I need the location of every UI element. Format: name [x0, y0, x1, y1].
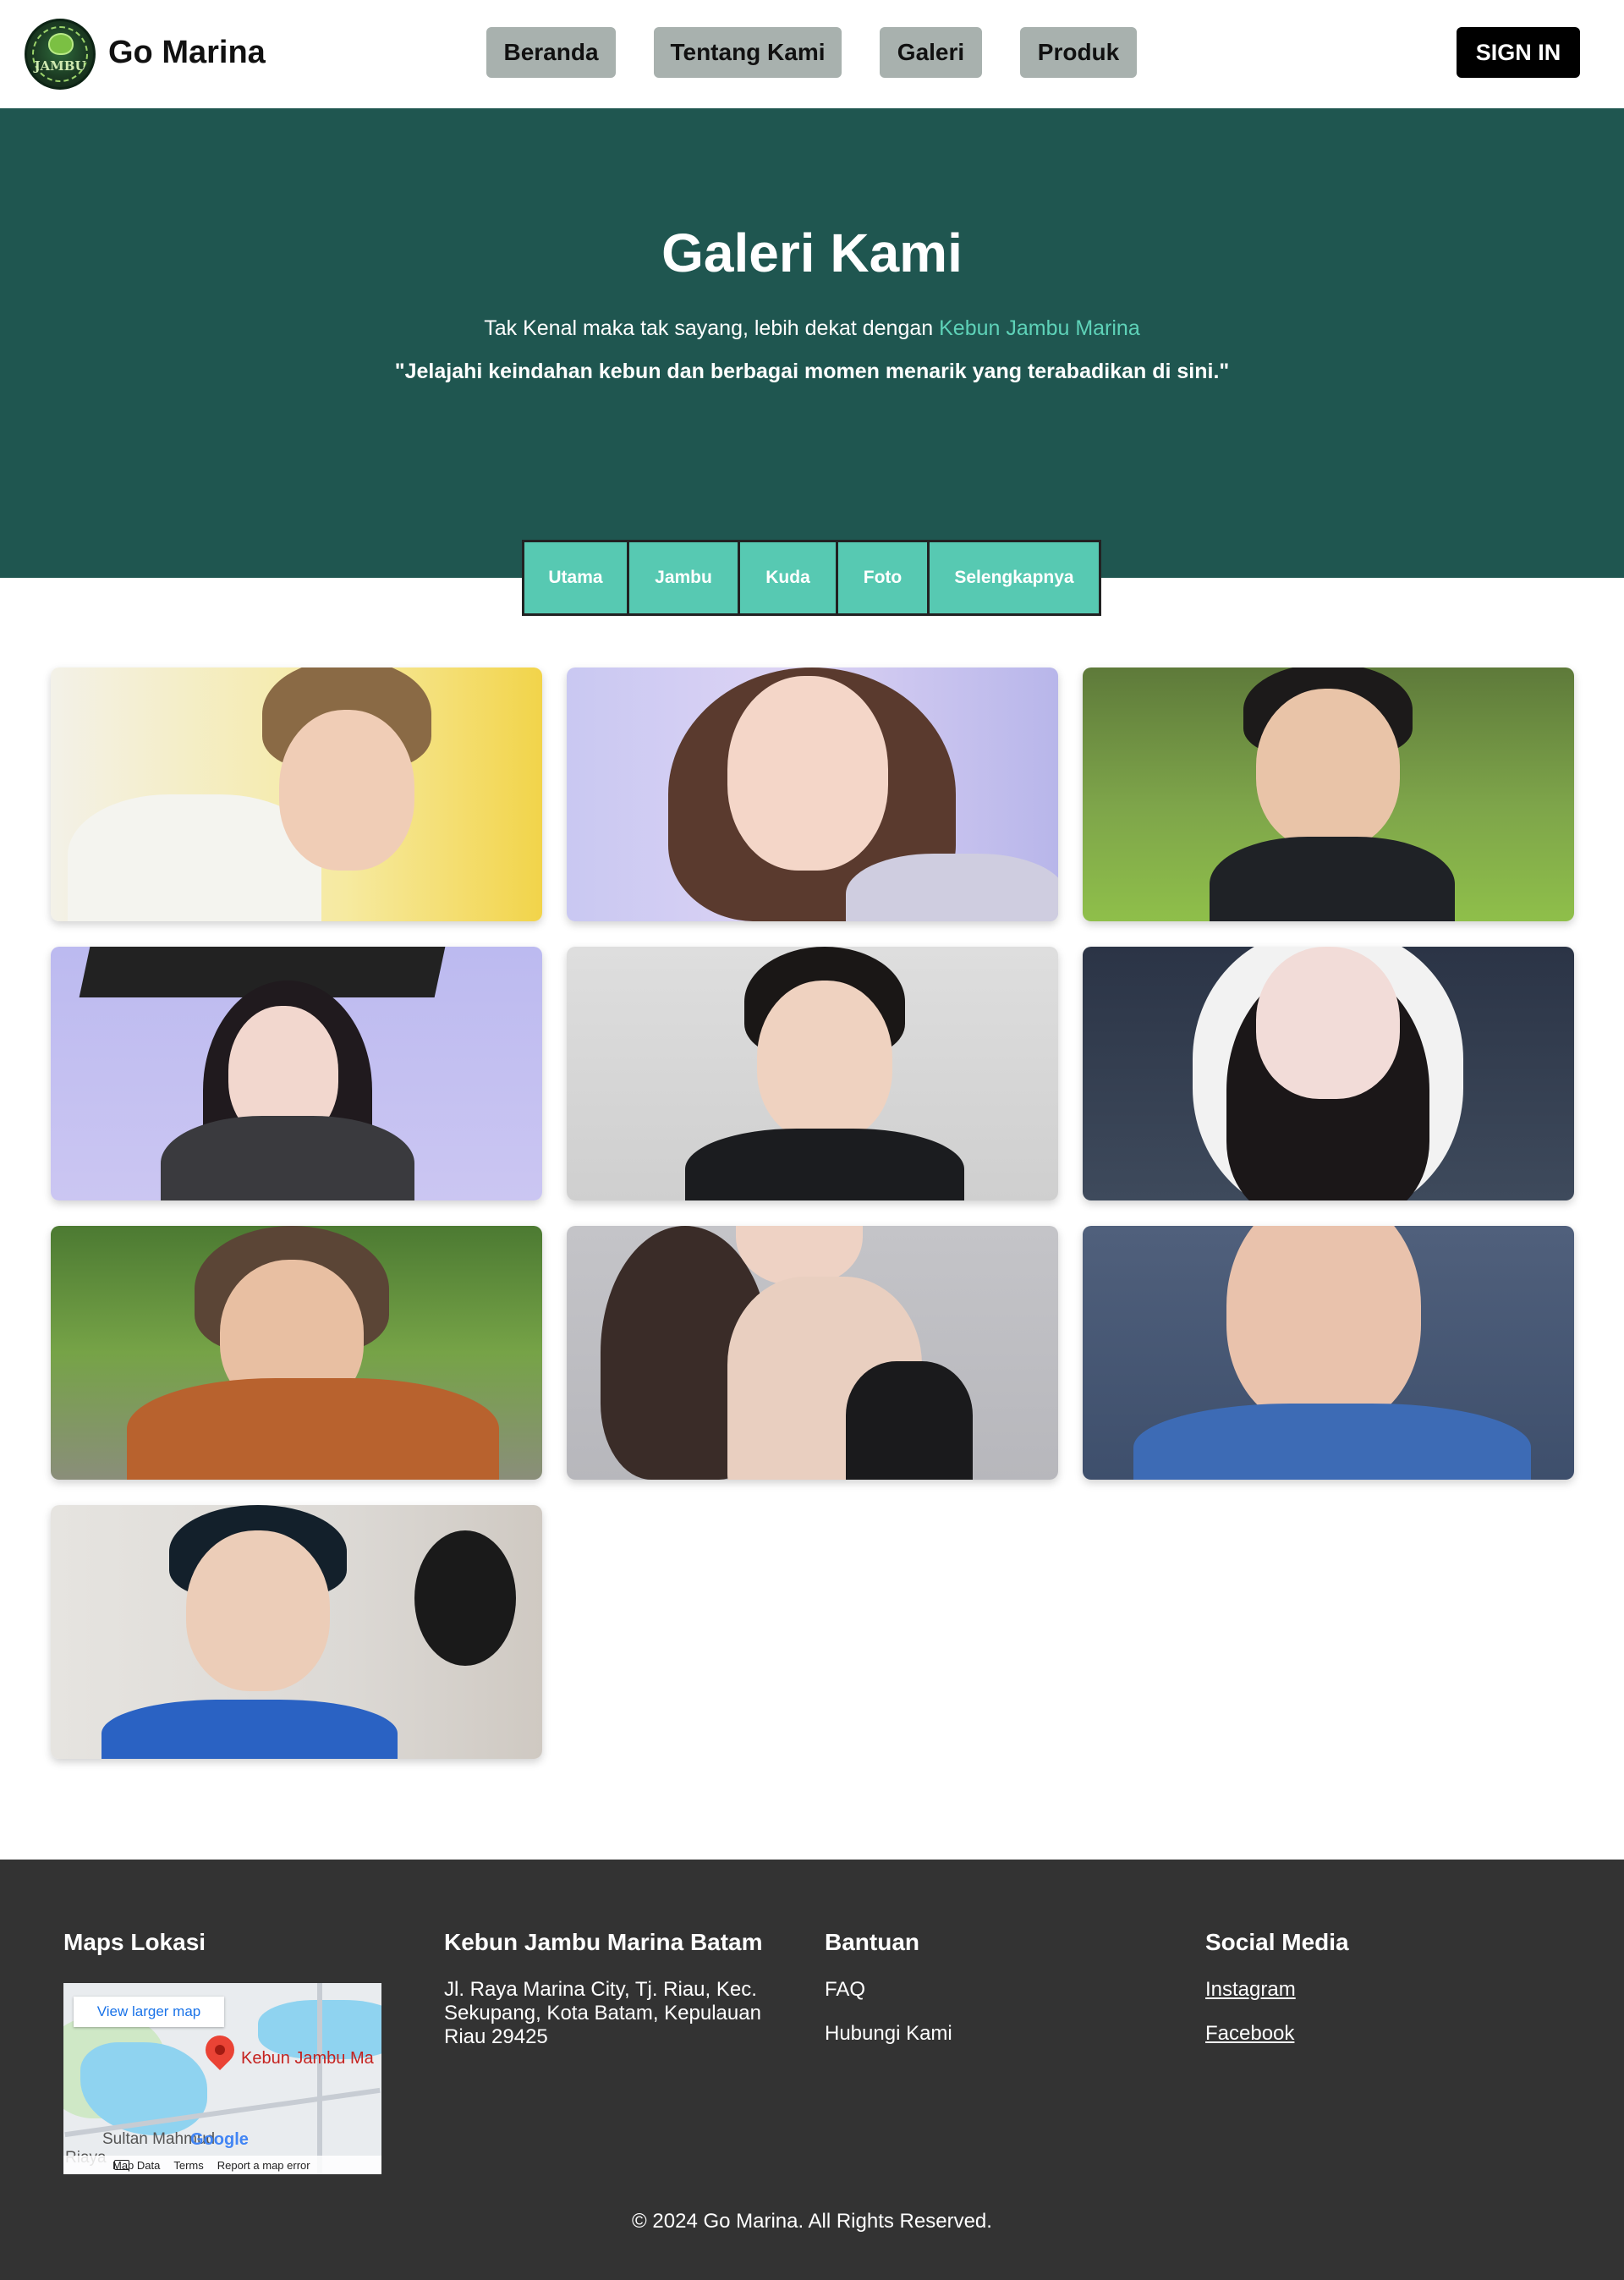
- gallery-photo[interactable]: [1083, 947, 1574, 1200]
- hero-highlight: Kebun Jambu Marina: [939, 316, 1140, 340]
- sign-in-button[interactable]: SIGN IN: [1457, 27, 1580, 78]
- site-header: JAMBU Go Marina Beranda Tentang Kami Gal…: [0, 0, 1624, 108]
- hero-subtitle: Tak Kenal maka tak sayang, lebih dekat d…: [484, 316, 1140, 340]
- gallery-photo[interactable]: [51, 1226, 542, 1480]
- map-report-link[interactable]: Report a map error: [217, 2159, 310, 2172]
- jambu-logo[interactable]: JAMBU: [25, 19, 96, 90]
- gallery-filter-tabs: Utama Jambu Kuda Foto Selengkapnya: [522, 540, 1101, 616]
- gallery-photo[interactable]: [51, 668, 542, 921]
- gallery-photo[interactable]: [51, 1505, 542, 1759]
- address-line-2: Sekupang, Kota Batam, Kepulauan: [444, 2002, 761, 2025]
- map-attribution-bar: Map Data Terms Report a map error: [63, 2156, 381, 2174]
- tab-kuda[interactable]: Kuda: [740, 542, 838, 613]
- nav-produk[interactable]: Produk: [1020, 27, 1137, 78]
- site-footer: Maps Lokasi View larger map Kebun Jambu …: [0, 1860, 1624, 2280]
- tab-jambu[interactable]: Jambu: [629, 542, 740, 613]
- address-line-3: Riau 29425: [444, 2025, 548, 2048]
- gallery-photo[interactable]: [1083, 668, 1574, 921]
- gallery-photo[interactable]: [567, 1226, 1058, 1480]
- tab-foto[interactable]: Foto: [838, 542, 930, 613]
- map-terms-link[interactable]: Terms: [173, 2159, 203, 2172]
- nav-galeri[interactable]: Galeri: [880, 27, 982, 78]
- map-pin-icon: [199, 2029, 241, 2071]
- gallery-photo[interactable]: [51, 947, 542, 1200]
- nav-tentang-kami[interactable]: Tentang Kami: [654, 27, 842, 78]
- hero-quote: "Jelajahi keindahan kebun dan berbagai m…: [394, 360, 1230, 383]
- google-logo: Google: [190, 2130, 249, 2149]
- copyright-text: © 2024 Go Marina. All Rights Reserved.: [632, 2210, 992, 2233]
- gallery-photo[interactable]: [567, 668, 1058, 921]
- view-larger-map-link[interactable]: View larger map: [74, 1997, 224, 2027]
- map-place-label: Kebun Jambu Ma: [241, 2049, 374, 2068]
- brand-name[interactable]: Go Marina: [108, 35, 266, 71]
- maps-heading: Maps Lokasi: [63, 1929, 206, 1955]
- address-heading: Kebun Jambu Marina Batam: [444, 1929, 763, 1955]
- location-map[interactable]: View larger map Kebun Jambu Ma Sultan Ma…: [63, 1983, 381, 2174]
- faq-link[interactable]: FAQ: [825, 1978, 865, 2002]
- help-heading: Bantuan: [825, 1929, 919, 1955]
- address-line-1: Jl. Raya Marina City, Tj. Riau, Kec.: [444, 1978, 757, 2001]
- page-title: Galeri Kami: [661, 223, 963, 283]
- facebook-link[interactable]: Facebook: [1205, 2022, 1294, 2046]
- gallery-photo[interactable]: [567, 947, 1058, 1200]
- tab-utama[interactable]: Utama: [524, 542, 629, 613]
- gallery-photo[interactable]: [1083, 1226, 1574, 1480]
- tab-selengkapnya[interactable]: Selengkapnya: [930, 542, 1099, 613]
- social-heading: Social Media: [1205, 1929, 1349, 1955]
- contact-link[interactable]: Hubungi Kami: [825, 2022, 952, 2046]
- instagram-link[interactable]: Instagram: [1205, 1978, 1296, 2002]
- hero-section: [0, 108, 1624, 578]
- nav-beranda[interactable]: Beranda: [486, 27, 616, 78]
- keyboard-icon[interactable]: [114, 2160, 129, 2170]
